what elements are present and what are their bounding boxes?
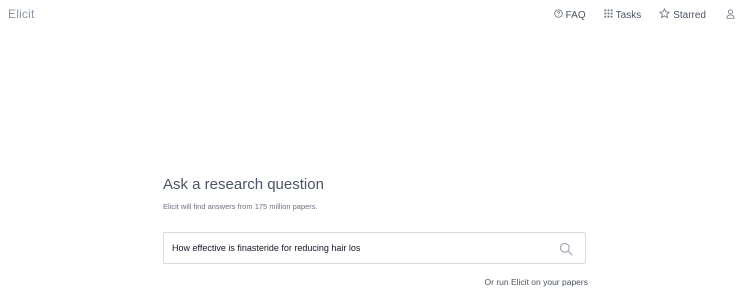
search-input[interactable]	[172, 233, 552, 263]
nav-faq[interactable]: FAQ	[553, 9, 586, 21]
grid-icon	[604, 9, 616, 21]
search-box	[163, 232, 586, 264]
top-bar: Elicit FAQ Tasks Starred	[0, 0, 742, 28]
run-on-papers-link[interactable]: Or run Elicit on your papers	[485, 277, 588, 287]
top-nav: FAQ Tasks Starred	[536, 8, 742, 22]
star-icon	[659, 8, 673, 22]
nav-starred[interactable]: Starred	[659, 8, 706, 22]
help-circle-icon	[553, 9, 566, 21]
page-title: Ask a research question	[163, 176, 324, 193]
nav-tasks-label: Tasks	[615, 9, 642, 21]
user-menu[interactable]	[726, 8, 738, 22]
brand-logo[interactable]: Elicit	[8, 7, 35, 21]
nav-tasks[interactable]: Tasks	[604, 9, 642, 21]
nav-starred-label: Starred	[673, 9, 706, 21]
page: Elicit FAQ Tasks Starred Ask a research …	[0, 0, 742, 291]
page-subtitle: Elicit will find answers from 175 millio…	[163, 202, 318, 211]
user-icon	[726, 8, 738, 22]
nav-faq-label: FAQ	[565, 9, 586, 21]
search-icon[interactable]	[559, 242, 573, 256]
